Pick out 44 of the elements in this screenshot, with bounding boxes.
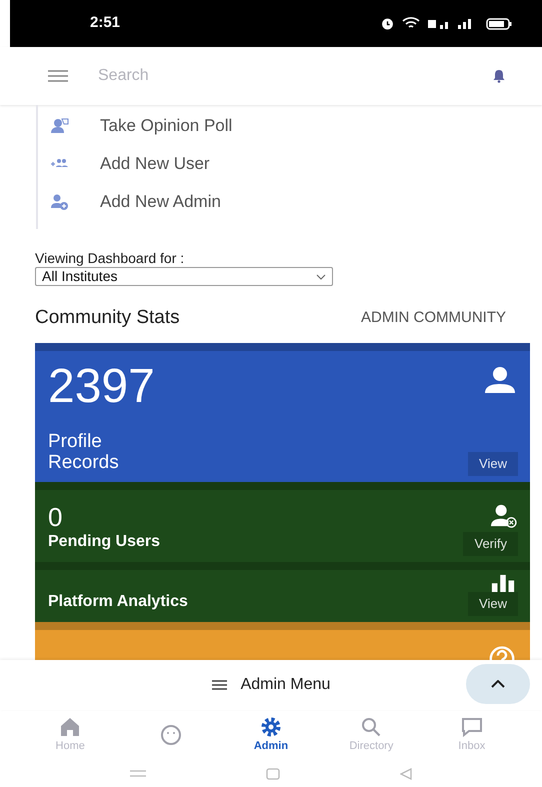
menu-item[interactable]: Take Opinion Poll [38,107,542,145]
person-icon [482,364,518,392]
stat-card[interactable]: 2397 Profile Records View [35,342,530,482]
stat-value: 2397 [48,358,156,414]
stat-label: Profile Records [48,430,120,472]
add-admin-icon [50,193,70,211]
chat-icon [460,716,483,738]
nav-tab[interactable]: Admin [230,716,311,754]
card-action-button[interactable]: View [468,592,518,616]
clock-time: 2:51 [90,13,120,34]
home-icon [59,716,82,738]
battery-icon [486,18,512,30]
filter-label: Viewing Dashboard for : [35,249,186,267]
expand-button[interactable] [466,664,530,704]
admin-community-link[interactable]: ADMIN COMMUNITY [361,307,506,330]
face-icon [160,724,182,746]
back-triangle-icon[interactable] [400,768,412,780]
chevron-down-icon [316,274,326,280]
search-field[interactable]: Search [98,64,462,88]
stat-card[interactable]: Platform Analytics View [35,562,530,622]
stat-card[interactable] [35,622,530,660]
square-icon[interactable] [266,768,280,780]
wifi-icon [402,17,420,30]
menu-item[interactable]: Add New Admin [38,183,542,221]
menu-lines-icon[interactable] [130,768,146,778]
stat-card[interactable]: 0 Pending Users Verify [35,482,530,562]
settings-icon [260,716,282,738]
card-action-button[interactable]: Verify [463,532,518,556]
stat-value: 0 [48,502,64,532]
section-title: Community Stats [35,306,180,330]
menu-icon[interactable] [48,70,68,82]
person-x-icon [488,504,518,528]
menu-item[interactable]: Add New User [38,145,542,183]
admin-menu-bar[interactable]: Admin Menu [0,660,542,710]
bell-icon[interactable] [492,69,506,83]
menu-icon [212,680,227,690]
stat-label: Pending Users [48,532,162,552]
search-icon [360,716,382,738]
alarm-icon [381,17,394,30]
stat-label: Platform Analytics [48,592,189,612]
chevron-up-icon [491,680,505,688]
institute-dropdown[interactable]: All Institutes [35,267,333,286]
card-action-button[interactable]: View [468,452,518,476]
admin-menu-label: Admin Menu [240,675,330,695]
